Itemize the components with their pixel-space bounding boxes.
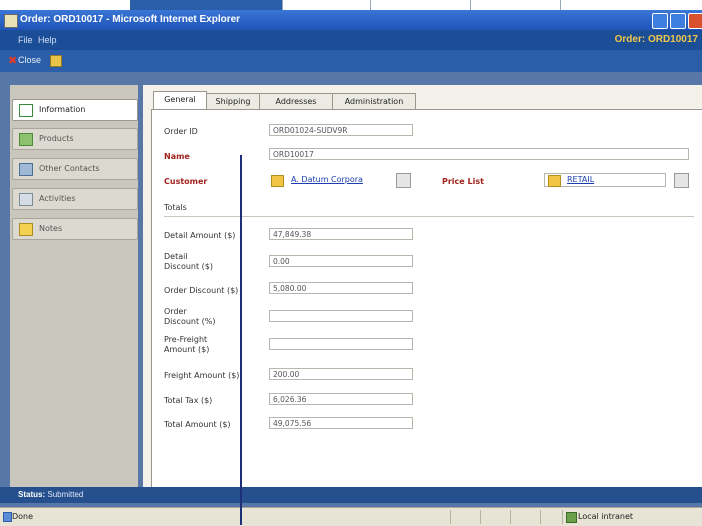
page-done-icon	[3, 512, 12, 522]
detail-discount-field[interactable]: 0.00	[269, 255, 413, 267]
strip-cell	[370, 0, 471, 10]
customer-lookup: A. Datum Corpora	[269, 173, 394, 187]
nav-item-information[interactable]: Information	[12, 99, 138, 121]
left-nav: Information Products Other Contacts Acti…	[10, 85, 138, 487]
close-window-button[interactable]	[688, 13, 702, 29]
minimize-button[interactable]	[652, 13, 668, 29]
status-separator	[540, 510, 541, 524]
order-id-label: Order ID	[164, 127, 198, 136]
nav-item-label: Products	[39, 134, 74, 143]
status-separator	[480, 510, 481, 524]
freight-amount-field[interactable]: 200.00	[269, 368, 413, 380]
status-value: Submitted	[47, 490, 84, 499]
status-bar: Status: Submitted	[0, 487, 702, 503]
print-icon[interactable]	[50, 55, 62, 67]
contacts-icon	[19, 163, 33, 176]
nav-item-label: Notes	[39, 224, 63, 233]
nav-item-label: Other Contacts	[39, 164, 100, 173]
menu-bar: File Help Order: ORD10017	[0, 30, 702, 50]
totals-row-label: Pre-Freight Amount ($)	[164, 335, 210, 354]
background-strip	[0, 0, 702, 10]
window-title: Order: ORD10017 - Microsoft Internet Exp…	[20, 14, 241, 25]
order-discount-amount-field[interactable]: 5,080.00	[269, 282, 413, 294]
strip-cell	[130, 0, 283, 10]
price-list-icon	[548, 175, 561, 187]
order-title: Order: ORD10017	[614, 34, 698, 45]
status-separator	[450, 510, 451, 524]
information-icon	[19, 104, 33, 117]
notes-icon	[19, 223, 33, 236]
name-label: Name	[164, 152, 190, 161]
strip-cell	[290, 0, 371, 10]
pre-freight-amount-field[interactable]	[269, 338, 413, 350]
browser-status-done: Done	[12, 512, 34, 521]
tab-panel-general: Order ID ORD01024-SUDV9R Name ORD10017 C…	[151, 109, 702, 488]
status-label: Status:	[18, 490, 46, 499]
customer-lookup-button[interactable]	[396, 173, 411, 188]
totals-row-label: Total Amount ($)	[164, 420, 231, 429]
totals-header: Totals	[164, 203, 187, 212]
window-title-bar[interactable]: Order: ORD10017 - Microsoft Internet Exp…	[0, 10, 702, 30]
nav-item-label: Information	[39, 105, 86, 114]
intranet-zone-icon	[566, 512, 577, 523]
order-discount-percent-field[interactable]	[269, 310, 413, 322]
nav-item-label: Activities	[39, 194, 76, 203]
price-list-lookup-button[interactable]	[674, 173, 689, 188]
order-id-field[interactable]: ORD01024-SUDV9R	[269, 124, 413, 136]
tab-general[interactable]: General	[153, 91, 207, 110]
price-list-link[interactable]: RETAIL	[567, 175, 594, 184]
security-zone-label: Local intranet	[578, 512, 634, 521]
totals-row-label: Detail Amount ($)	[164, 231, 236, 240]
status-text: Status: Submitted	[18, 490, 83, 499]
account-icon	[271, 175, 284, 187]
status-separator	[510, 510, 511, 524]
total-tax-field[interactable]: 6,026.36	[269, 393, 413, 405]
maximize-button[interactable]	[670, 13, 686, 29]
price-list-label: Price List	[442, 177, 484, 186]
menu-help[interactable]: Help	[38, 35, 57, 45]
tab-shipping[interactable]: Shipping	[206, 93, 260, 110]
detail-amount-field[interactable]: 47,849.38	[269, 228, 413, 240]
total-amount-field[interactable]: 49,075.56	[269, 417, 413, 429]
nav-item-activities[interactable]: Activities	[12, 188, 138, 210]
close-icon[interactable]: ✖	[8, 55, 17, 66]
price-list-lookup: RETAIL	[544, 173, 666, 187]
tab-administration[interactable]: Administration	[332, 93, 416, 110]
callout-line	[240, 155, 242, 525]
toolbar: ✖ Close	[0, 50, 702, 72]
nav-item-other-contacts[interactable]: Other Contacts	[12, 158, 138, 180]
totals-row-label: Total Tax ($)	[164, 396, 213, 405]
customer-label: Customer	[164, 177, 208, 186]
totals-row-label: Order Discount (%)	[164, 307, 216, 326]
totals-row-label: Order Discount ($)	[164, 286, 239, 295]
tab-addresses[interactable]: Addresses	[259, 93, 333, 110]
totals-row-label: Detail Discount ($)	[164, 252, 213, 271]
name-field[interactable]: ORD10017	[269, 148, 689, 160]
strip-cell	[470, 0, 561, 10]
ie-page-icon	[4, 14, 18, 28]
products-icon	[19, 133, 33, 146]
close-button[interactable]: Close	[18, 55, 41, 65]
status-separator	[562, 510, 563, 524]
content-area: General Shipping Addresses Administratio…	[143, 85, 702, 488]
activities-icon	[19, 193, 33, 206]
menu-file[interactable]: File	[18, 35, 33, 45]
browser-status-bar: Done Local intranet	[0, 507, 702, 526]
totals-divider	[164, 216, 694, 217]
totals-row-label: Freight Amount ($)	[164, 371, 240, 380]
customer-link[interactable]: A. Datum Corpora	[291, 175, 363, 184]
nav-item-notes[interactable]: Notes	[12, 218, 138, 240]
nav-item-products[interactable]: Products	[12, 128, 138, 150]
